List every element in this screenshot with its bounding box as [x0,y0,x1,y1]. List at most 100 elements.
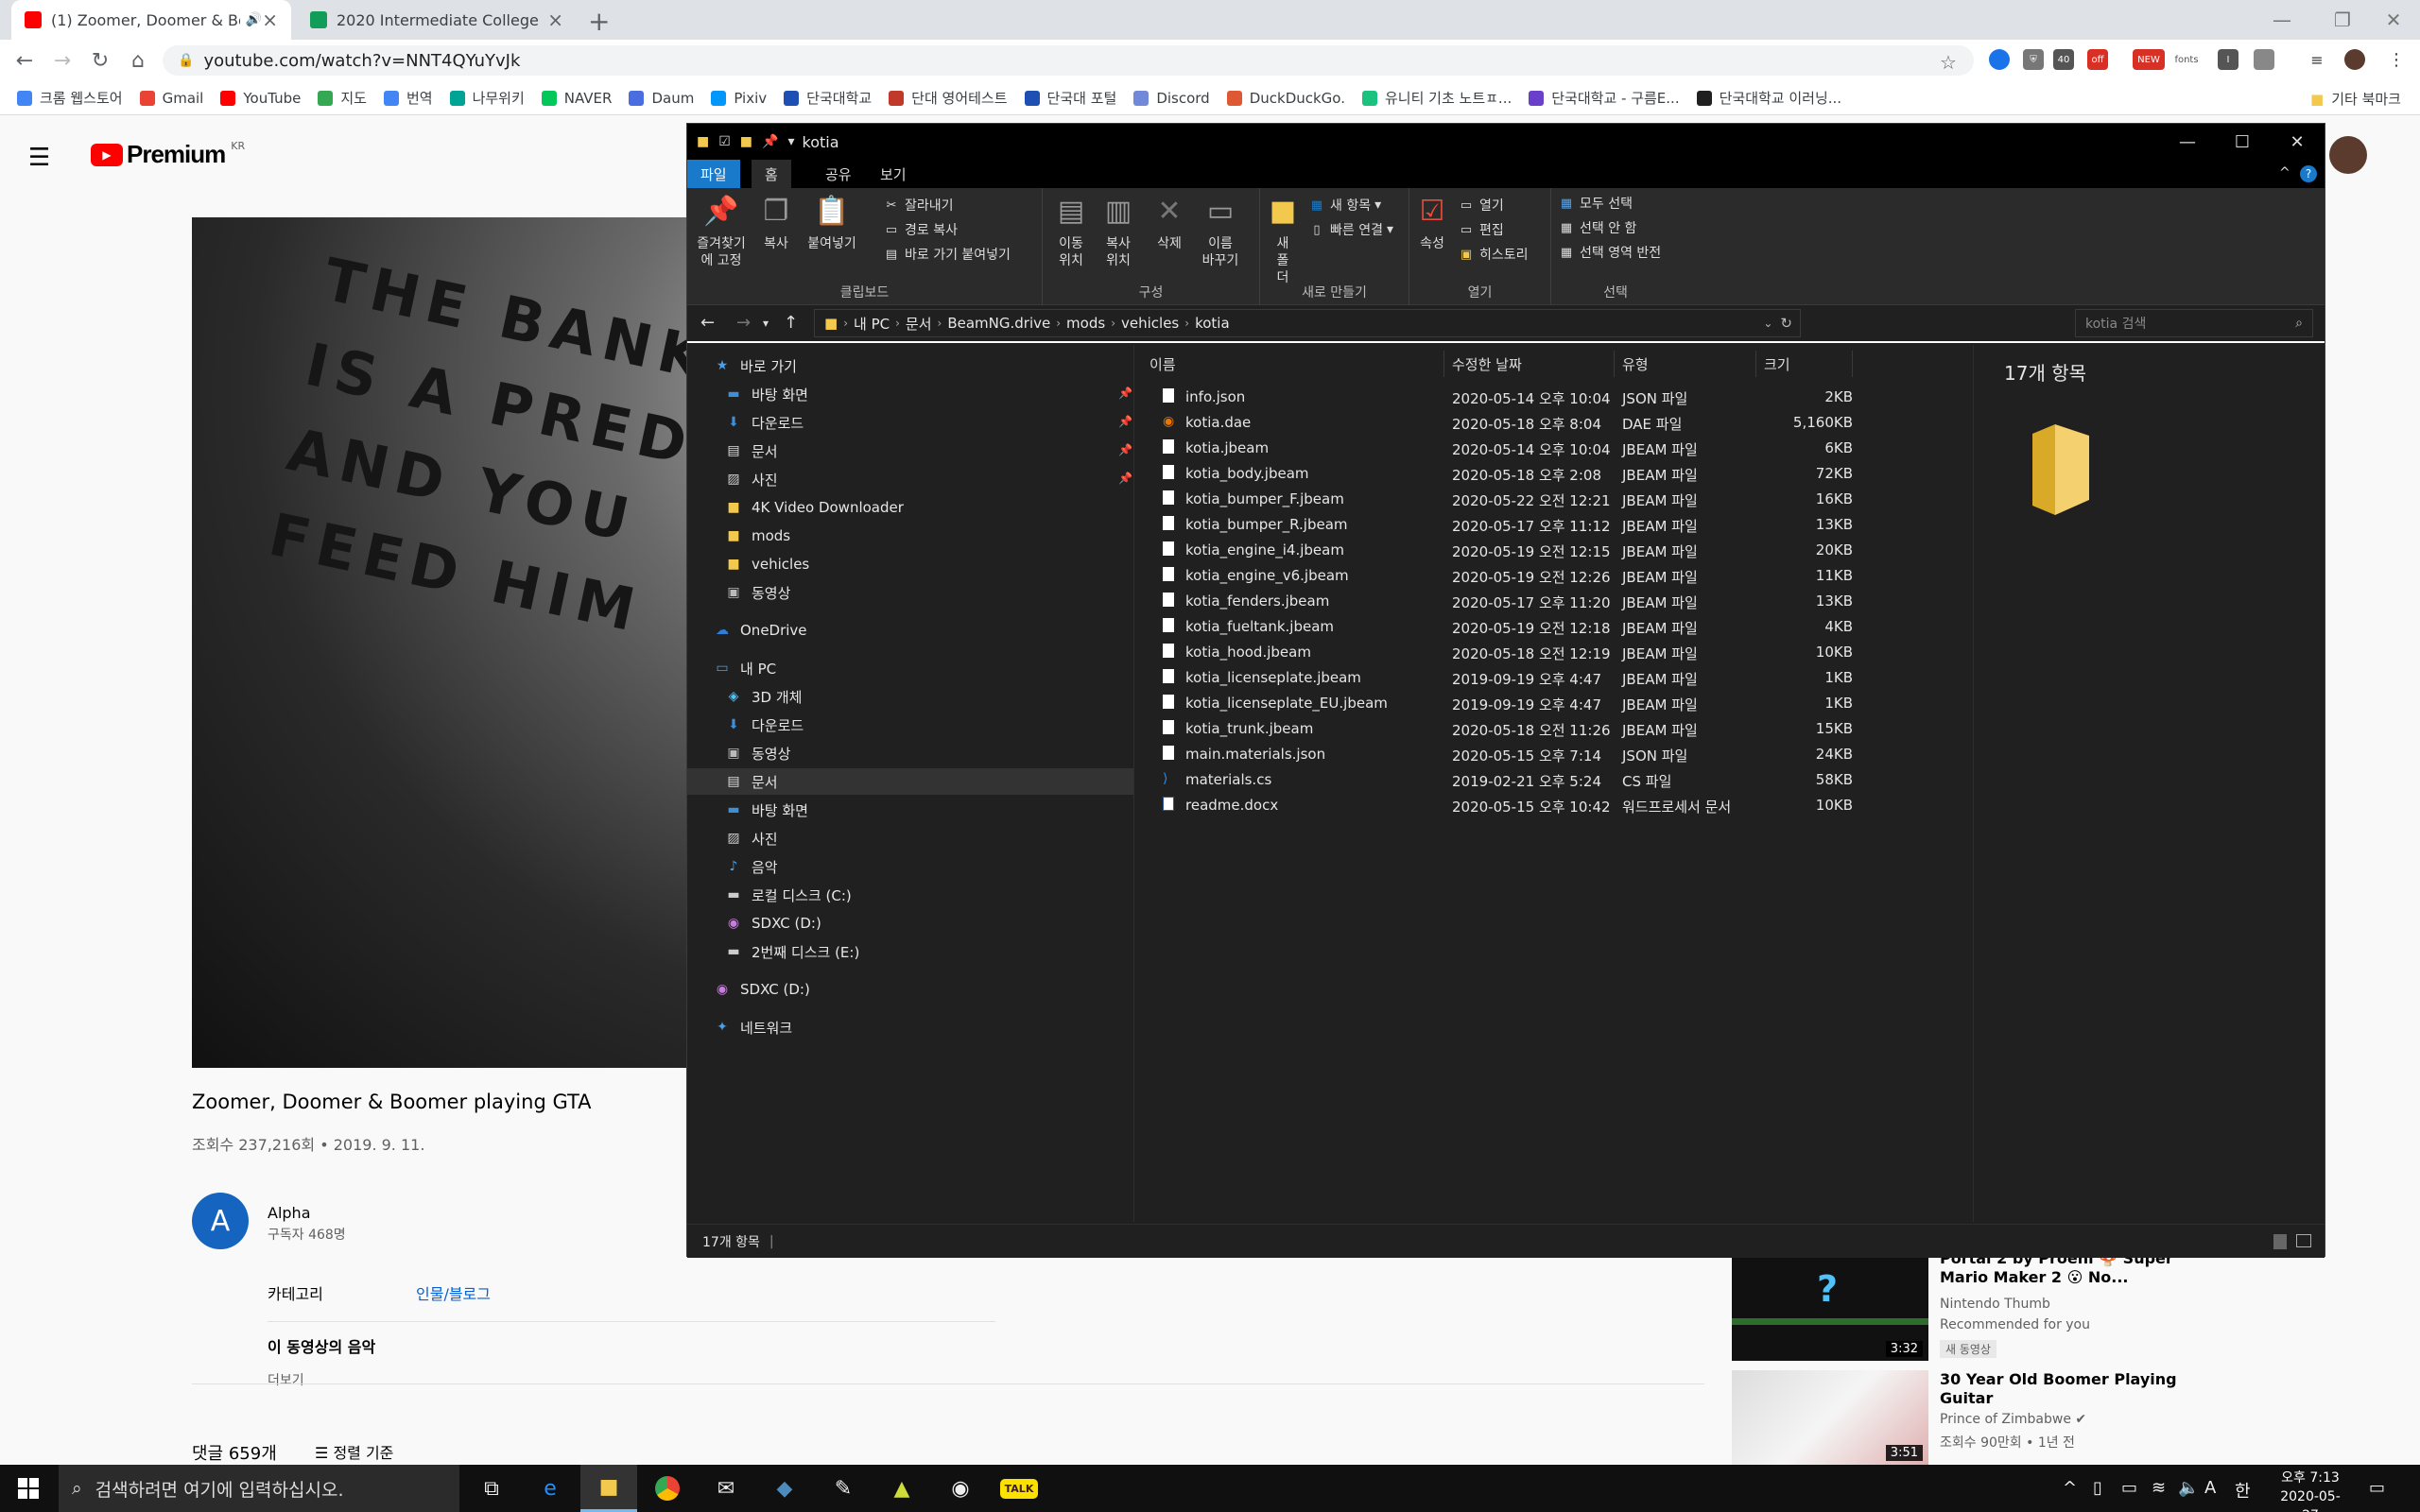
close-tab-icon[interactable]: × [547,9,563,31]
browser-tab-youtube[interactable]: (1) Zoomer, Doomer & Boo 🔊 × [11,0,291,40]
pin-icon[interactable]: 📌 [762,134,778,149]
task-view-icon[interactable]: ⧉ [463,1465,520,1512]
tab-share[interactable]: 공유 [812,160,865,188]
forward-arrow-icon[interactable]: → [736,313,751,333]
tab-file[interactable]: 파일 [687,160,740,188]
file-row[interactable]: kotia_engine_v6.jbeam 2020-05-19 오전 12:26… [1134,563,1974,589]
usb-icon[interactable]: ▯ [2093,1478,2102,1498]
collapse-ribbon-icon[interactable]: ^ [2279,165,2290,180]
bookmark-item[interactable]: 유니티 기초 노트ㅍ... [1362,88,1512,108]
profile-avatar[interactable] [2344,49,2365,70]
bookmark-item[interactable]: 단국대 포털 [1024,88,1116,108]
bookmark-item[interactable]: Daum [629,90,694,107]
steam-icon[interactable]: ◉ [932,1465,989,1512]
bookmark-item[interactable]: 나무위키 [449,88,525,108]
forward-button[interactable]: → [47,45,78,76]
file-row[interactable]: info.json 2020-05-14 오후 10:04 JSON 파일 2KB [1134,385,1974,410]
bookmark-item[interactable]: 단국대학교 이러닝... [1696,88,1841,108]
nav-item[interactable]: ★ 바로 가기 [714,352,797,379]
other-bookmarks[interactable]: ■ 기타 북마크 [2310,89,2401,109]
pin-icon[interactable]: 📌 [1118,443,1132,456]
chevron-right-icon[interactable]: › [1184,317,1189,330]
recommended-video[interactable]: 3:51 30 Year Old Boomer Playing Guitar P… [1732,1370,2299,1476]
notifications-icon[interactable]: ▭ [2369,1478,2385,1498]
menu-dots-icon[interactable]: ⋮ [2386,49,2407,70]
paste-shortcut-button[interactable]: ▤ 바로 가기 붙여넣기 [884,245,1011,264]
file-row[interactable]: kotia_trunk.jbeam 2020-05-18 오전 11:26 JBEA… [1134,716,1974,742]
nav-item[interactable]: ▣ 동영상 [725,579,790,606]
minimize-icon[interactable]: — [2252,0,2312,40]
bookmark-item[interactable]: Discord [1133,90,1210,107]
paste-button[interactable]: 📋 붙여넣기 [803,194,861,252]
notes-icon[interactable]: ✎ [815,1465,872,1512]
search-input[interactable]: kotia 검색 ⌕ [2075,309,2313,337]
nav-item[interactable]: ▤ 문서 [725,438,777,464]
new-folder-quick-icon[interactable]: ■ [740,134,752,149]
new-tab-button[interactable]: + [588,6,610,37]
file-row[interactable]: kotia_licenseplate_EU.jbeam 2019-09-19 오후… [1134,691,1974,716]
bookmark-item[interactable]: 크롬 웹스토어 [17,88,123,108]
bookmark-item[interactable]: NAVER [541,90,612,107]
open-button[interactable]: ▭ 열기 [1459,196,1504,215]
move-to-button[interactable]: ▤ 이동 위치 [1048,194,1094,269]
nav-item[interactable]: ▭ 내 PC [714,655,776,681]
breadcrumb-item[interactable]: BeamNG.drive [947,315,1050,332]
chevron-down-icon[interactable]: ⌄ [1763,317,1772,330]
file-row[interactable]: kotia_engine_i4.jbeam 2020-05-19 오전 12:15… [1134,538,1974,563]
bookmark-star-icon[interactable]: ☆ [1940,51,1957,74]
file-row[interactable]: kotia_fenders.jbeam 2020-05-17 오후 11:20 JB… [1134,589,1974,614]
breadcrumb-item[interactable]: kotia [1195,315,1230,332]
battery-icon[interactable]: ▭ [2121,1478,2137,1498]
large-icons-view-icon[interactable] [2296,1234,2311,1247]
nav-item[interactable]: ◉ SDXC (D:) [714,976,810,1003]
file-row[interactable]: kotia_bumper_R.jbeam 2020-05-17 오후 11:12 J… [1134,512,1974,538]
taskbar-search-input[interactable]: ⌕ 검색하려면 여기에 입력하십시오. [59,1465,459,1512]
rename-button[interactable]: ▭ 이름 바꾸기 [1194,194,1247,269]
nav-item[interactable]: ◉ SDXC (D:) [725,910,821,936]
file-explorer-icon[interactable]: ■ [580,1465,637,1512]
nav-item[interactable]: ◈ 3D 개체 [725,683,803,710]
up-arrow-icon[interactable]: ↑ [784,313,798,333]
file-row[interactable]: main.materials.json 2020-05-15 오후 7:14 JSO… [1134,742,1974,767]
column-header-size[interactable]: 크기 [1756,351,1853,377]
recent-locations-icon[interactable]: ▾ [763,317,769,330]
bookmark-item[interactable]: 단국대학교 - 구름E... [1529,88,1680,108]
nav-item[interactable]: ▨ 사진 [725,466,777,492]
extension-fonts-icon[interactable]: fonts [2174,49,2199,70]
nav-item[interactable]: ▬ 바탕 화면 [725,381,808,407]
volume-icon[interactable]: 🔈 [2178,1478,2199,1498]
explorer-title-bar[interactable]: ■ ☑ ■ 📌 ▾ kotia — ☐ ✕ [687,124,2325,160]
channel-avatar[interactable]: A [192,1193,249,1249]
easy-access-button[interactable]: ▯ 빠른 연결 ▾ [1309,220,1393,239]
column-header-date[interactable]: 수정한 날짜 [1444,351,1615,377]
close-icon[interactable]: ✕ [2270,124,2325,160]
extension-i-icon[interactable]: I [2218,49,2238,70]
refresh-icon[interactable]: ↻ [1780,315,1792,332]
details-view-icon[interactable] [2273,1234,2287,1249]
back-button[interactable]: ← [9,45,40,76]
tab-home[interactable]: 홈 [752,160,791,188]
nav-item[interactable]: ■ vehicles [725,551,809,577]
copy-to-button[interactable]: ▥ 복사 위치 [1096,194,1141,269]
extension-new-icon[interactable]: NEW [2133,49,2165,70]
pin-icon[interactable]: 📌 [1118,415,1132,428]
bookmark-item[interactable]: 번역 [383,88,433,108]
pin-icon[interactable]: 📌 [1118,472,1132,485]
chevron-right-icon[interactable]: › [938,317,942,330]
bookmark-item[interactable]: 단국대학교 [784,88,872,108]
extension-chrome-icon[interactable] [1989,49,2010,70]
python-icon[interactable]: ◆ [756,1465,813,1512]
file-row[interactable]: ◉ kotia.dae 2020-05-18 오후 8:04 DAE 파일 5,160K… [1134,410,1974,436]
new-folder-button[interactable]: ■ 새 폴더 [1264,194,1302,286]
column-header-name[interactable]: 이름 [1142,351,1444,377]
copy-button[interactable]: ❐ 복사 [753,194,799,252]
start-button[interactable] [0,1465,57,1512]
nav-item[interactable]: ☁ OneDrive [714,617,807,644]
nav-item[interactable]: ⬇ 다운로드 [725,409,804,436]
minimize-icon[interactable]: — [2160,124,2215,160]
cut-button[interactable]: ✂ 잘라내기 [884,196,954,215]
extension-grey-icon[interactable] [2254,49,2274,70]
home-button[interactable]: ⌂ [123,45,153,76]
file-row[interactable]: ⟩ materials.cs 2019-02-21 오후 5:24 CS 파일 58KB [1134,767,1974,793]
help-icon[interactable]: ? [2300,165,2317,182]
